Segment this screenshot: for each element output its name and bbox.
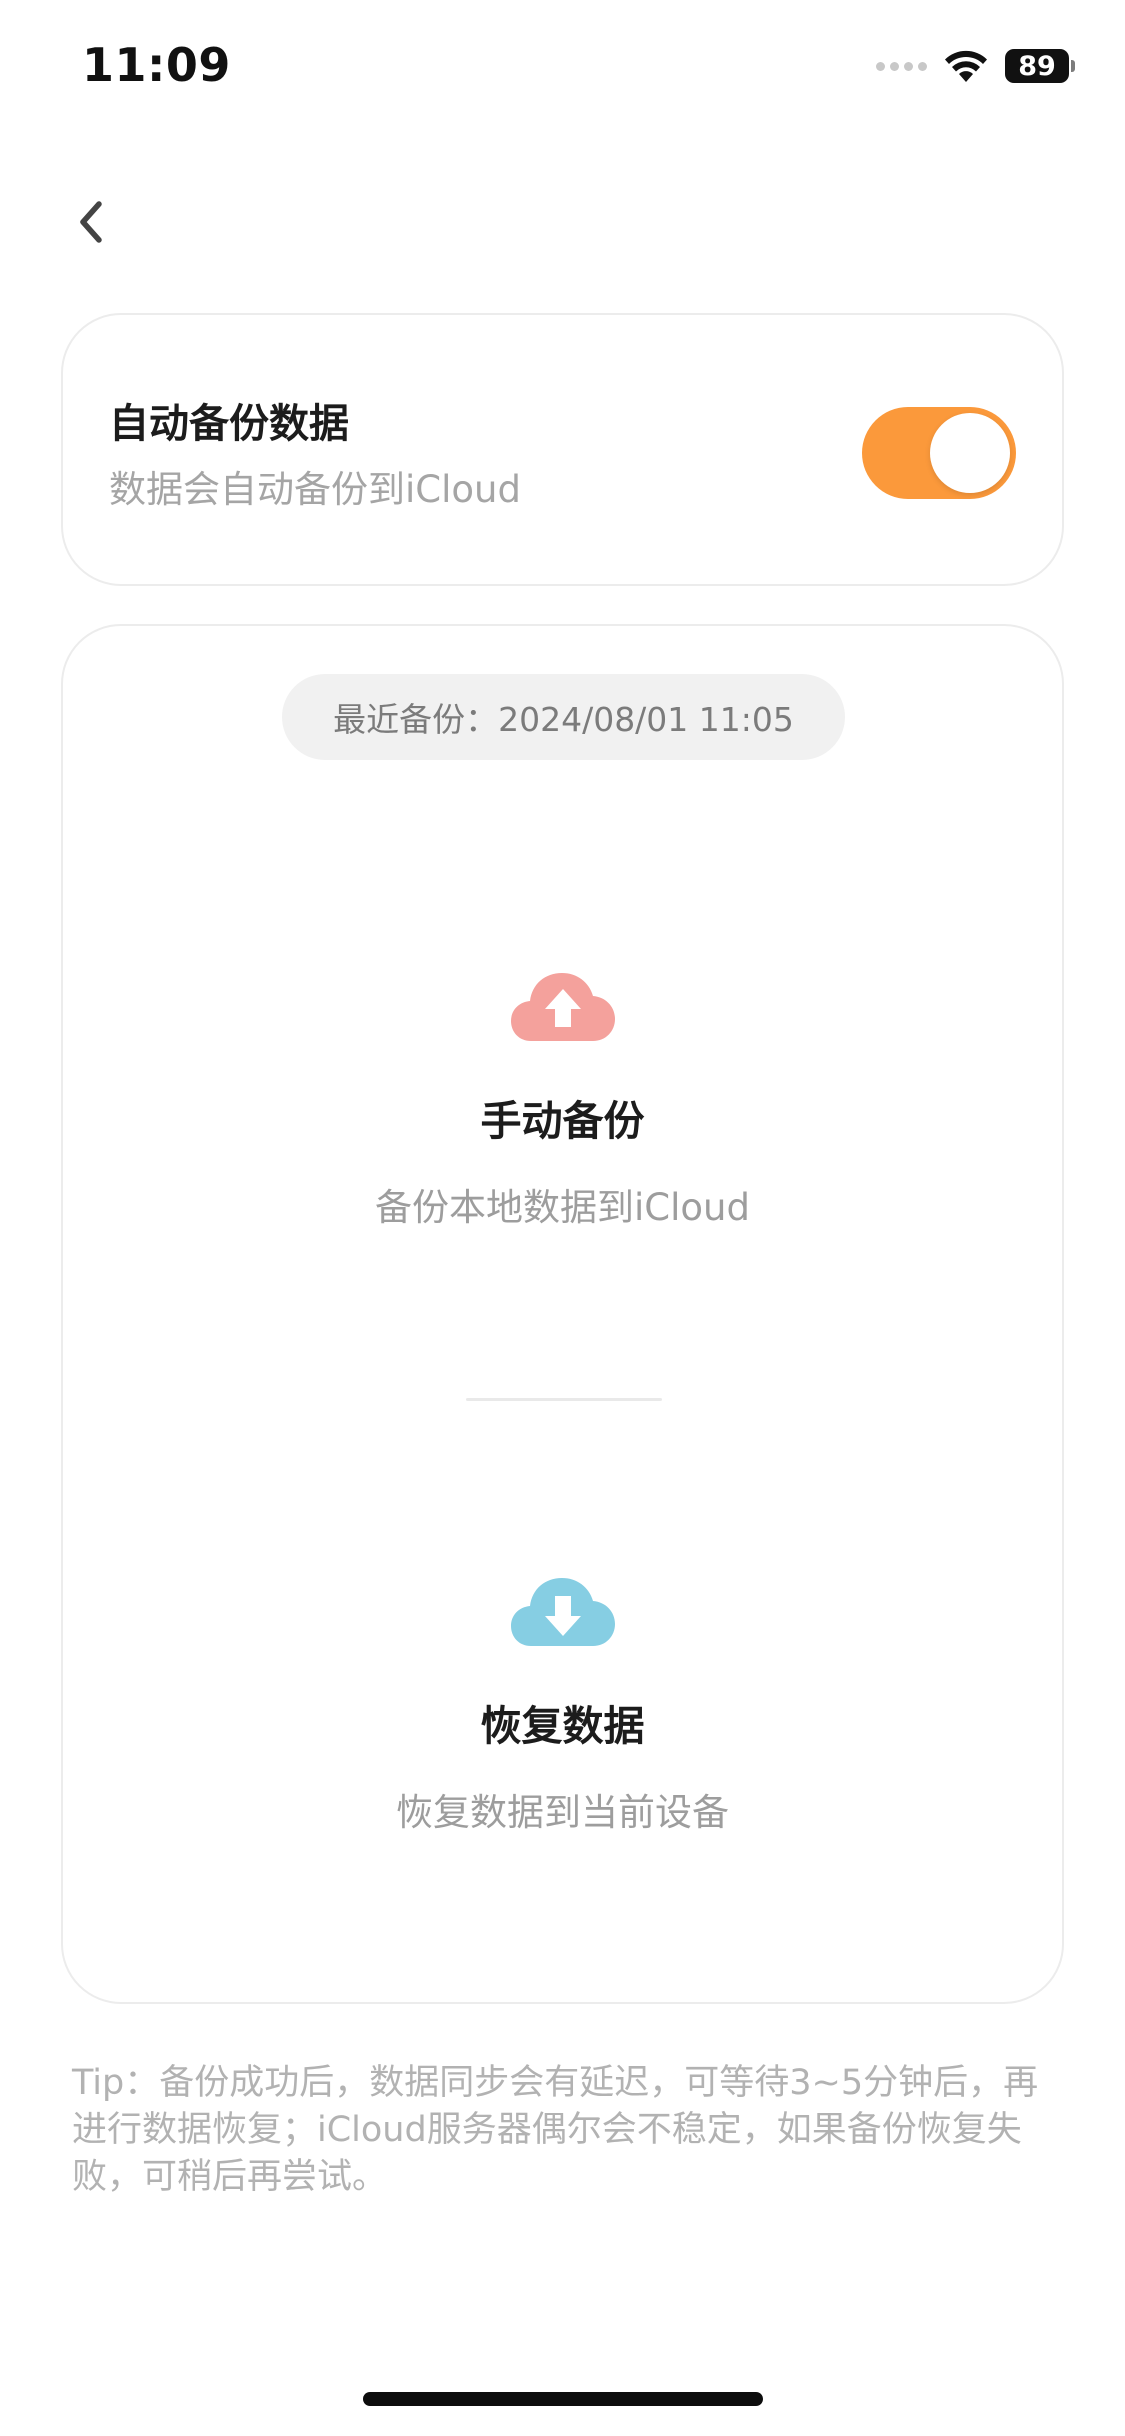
restore-data-title: 恢复数据	[480, 1702, 645, 1750]
auto-backup-card: 自动备份数据 数据会自动备份到iCloud	[61, 313, 1064, 586]
backup-panel: 最近备份：2024/08/01 11:05 手动备份 备份本地数据到iCloud…	[61, 624, 1064, 2004]
back-button[interactable]	[66, 194, 114, 250]
chevron-left-icon	[80, 201, 102, 243]
restore-data-subtitle: 恢复数据到当前设备	[396, 1791, 729, 1834]
home-indicator[interactable]	[363, 2392, 763, 2406]
wifi-icon	[943, 48, 989, 84]
manual-backup-button[interactable]: 手动备份 备份本地数据到iCloud	[63, 971, 1062, 1231]
divider	[466, 1398, 662, 1401]
toggle-knob	[930, 413, 1010, 493]
restore-data-button[interactable]: 恢复数据 恢复数据到当前设备	[63, 1576, 1062, 1836]
tip-text: Tip：备份成功后，数据同步会有延迟，可等待3~5分钟后，再进行数据恢复；iCl…	[72, 2063, 1039, 2197]
manual-backup-title: 手动备份	[480, 1097, 645, 1145]
battery-level: 89	[1005, 49, 1069, 83]
status-time: 11:09	[82, 38, 231, 92]
cloud-download-icon	[510, 1578, 615, 1646]
cellular-signal-icon	[876, 61, 927, 71]
status-indicators: 89	[876, 44, 1075, 88]
auto-backup-title: 自动备份数据	[109, 401, 349, 447]
auto-backup-toggle[interactable]	[862, 407, 1016, 499]
screen: 11:09 89 自动备份数据 数据会自动备份到iCloud 最近备份：2024…	[0, 0, 1125, 2436]
last-backup-badge: 最近备份：2024/08/01 11:05	[282, 674, 845, 760]
battery-icon: 89	[1005, 49, 1075, 83]
cloud-upload-icon	[510, 973, 615, 1041]
manual-backup-subtitle: 备份本地数据到iCloud	[375, 1186, 750, 1229]
auto-backup-subtitle: 数据会自动备份到iCloud	[109, 468, 521, 511]
